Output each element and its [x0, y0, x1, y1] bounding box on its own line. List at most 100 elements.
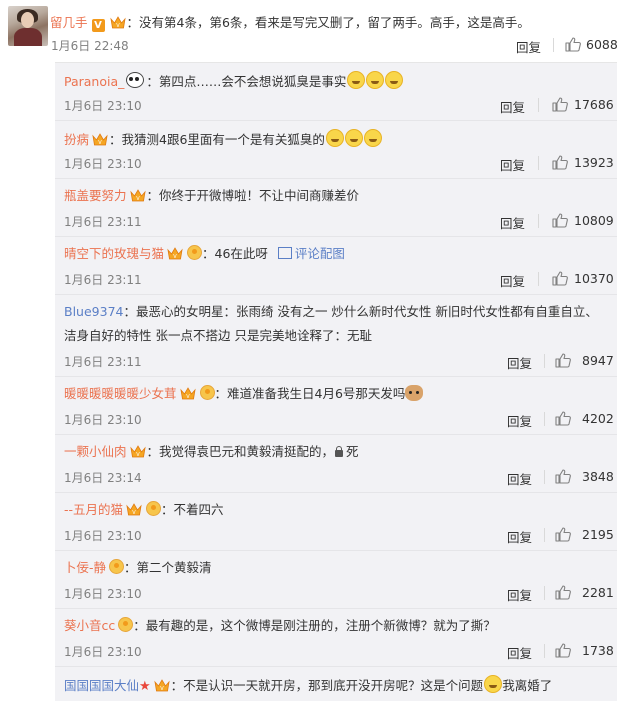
divider: [544, 412, 545, 426]
like-count: 1738: [582, 643, 614, 658]
level-badge-icon: [187, 245, 203, 260]
like-count: 2195: [582, 527, 614, 542]
thumbs-up-icon[interactable]: [555, 411, 571, 426]
reply-line: Blue9374：最恶心的女明星：张雨绮 没有之一 炒什么新时代女性 新旧时代女…: [64, 300, 609, 348]
reply-button[interactable]: 回复: [507, 643, 532, 662]
image-icon: [277, 247, 292, 259]
thumbs-up-icon[interactable]: [555, 585, 571, 600]
divider: [538, 156, 539, 170]
level-badge-icon: [146, 501, 162, 516]
reply-text: ：我猜测4跟6里面有一个是有关狐臭的: [109, 132, 325, 147]
divider: [544, 586, 545, 600]
panda-icon: [126, 72, 145, 88]
reply-line: 国国国国大仙★ ：不是认识一天就开房，那到底开没开房呢？这是个问题 我离婚了: [64, 675, 552, 696]
thumbs-up-icon[interactable]: [552, 271, 568, 286]
divider: [544, 354, 545, 368]
divider: [538, 98, 539, 112]
username[interactable]: Blue9374: [64, 304, 123, 319]
divider: [544, 470, 545, 484]
reply-text: ：我觉得袁巴元和黄毅清挺配的，: [146, 444, 335, 459]
reply-line: --五月的猫 ：不着四六: [64, 501, 224, 519]
thumbs-up-icon[interactable]: [552, 155, 568, 170]
username[interactable]: 瓶盖要努力: [64, 188, 127, 203]
vip-crown-icon: [92, 133, 108, 146]
list-item: 暖暖暖暖暖暖少女茸 ：难道准备我生日4月6号那天发吗 1月6日 23:10 回复 …: [55, 377, 617, 435]
reply-button[interactable]: 回复: [507, 527, 532, 546]
thumbs-up-icon[interactable]: [552, 213, 568, 228]
reply-text: ：难道准备我生日4月6号那天发吗: [214, 386, 406, 401]
reply-button[interactable]: 回复: [500, 213, 525, 232]
list-item: 一颗小仙肉 ：我觉得袁巴元和黄毅清挺配的， 死 1月6日 23:14 回复 3848: [55, 435, 617, 493]
list-item: 卜佞-静 ：第二个黄毅清 1月6日 23:10 回复 2281: [55, 551, 617, 609]
like-count: 60889: [586, 37, 617, 52]
reply-text: ：第二个黄毅清: [124, 560, 212, 575]
reply-line: Paranoia_ ：第四点……会不会想说狐臭是事实: [64, 71, 404, 91]
reply-text-tail: 死: [346, 444, 359, 459]
thumbs-up-icon[interactable]: [555, 469, 571, 484]
level-badge-icon: [199, 385, 215, 400]
thumbs-up-icon[interactable]: [565, 37, 581, 52]
username[interactable]: 国国国国大仙: [64, 678, 139, 693]
vip-crown-icon: [130, 445, 146, 458]
thumbs-up-icon[interactable]: [555, 643, 571, 658]
like-count: 2281: [582, 585, 614, 600]
thumbs-up-icon[interactable]: [555, 353, 571, 368]
reply-button[interactable]: 回复: [507, 353, 532, 372]
lock-icon: [335, 446, 344, 457]
like-count: 4202: [582, 411, 614, 426]
reply-button[interactable]: 回复: [516, 37, 541, 56]
username[interactable]: 留几手: [50, 15, 88, 30]
list-item: 扮病 ：我猜测4跟6里面有一个是有关狐臭的 1月6日 23:10 回复 13923: [55, 121, 617, 179]
username[interactable]: --五月的猫: [64, 502, 123, 517]
level-badge-icon: [118, 617, 134, 632]
timestamp: 1月6日 23:10: [64, 157, 142, 171]
cat-emoji-icon: [405, 385, 424, 401]
timestamp: 1月6日 23:10: [64, 99, 142, 113]
username[interactable]: 暖暖暖暖暖暖少女茸: [64, 386, 177, 401]
vip-crown-icon: [126, 503, 142, 516]
vip-crown-icon: [130, 189, 146, 202]
username[interactable]: Paranoia_: [64, 74, 124, 89]
avatar[interactable]: [8, 6, 48, 46]
reply-text: ：不着四六: [161, 502, 224, 517]
divider: [538, 272, 539, 286]
timestamp: 1月6日 23:10: [64, 587, 142, 601]
list-item: Paranoia_ ：第四点……会不会想说狐臭是事实 1月6日 23:10 回复 …: [55, 63, 617, 121]
username[interactable]: 晴空下的玫瑰与猫: [64, 246, 164, 261]
emoji-icon: [325, 129, 344, 147]
reply-line: 一颗小仙肉 ：我觉得袁巴元和黄毅清挺配的， 死: [64, 443, 359, 461]
vip-crown-icon: [154, 679, 170, 692]
reply-text-tail: 我离婚了: [502, 678, 553, 693]
emoji-icon: [344, 129, 363, 147]
like-count: 3848: [582, 469, 614, 484]
emoji-icon: [366, 71, 385, 89]
reply-button[interactable]: 回复: [500, 155, 525, 174]
level-badge-icon: [109, 559, 125, 574]
vip-crown-icon: [167, 247, 183, 260]
verified-badge-icon: V: [91, 19, 105, 32]
username[interactable]: 葵小音cc: [64, 618, 115, 633]
reply-list: Paranoia_ ：第四点……会不会想说狐臭是事实 1月6日 23:10 回复 …: [55, 62, 617, 701]
timestamp: 1月6日 23:10: [64, 529, 142, 543]
timestamp: 1月6日 22:48: [51, 39, 129, 53]
reply-button[interactable]: 回复: [507, 469, 532, 488]
thumbs-up-icon[interactable]: [552, 97, 568, 112]
comment-image-link[interactable]: 评论配图: [277, 246, 345, 261]
reply-text: ：46在此呀: [202, 246, 268, 261]
reply-button[interactable]: 回复: [500, 271, 525, 290]
username[interactable]: 一颗小仙肉: [64, 444, 127, 459]
list-item: 葵小音cc ：最有趣的是，这个微博是刚注册的，注册个新微博？就为了撕？ 1月6日 …: [55, 609, 617, 667]
thumbs-up-icon[interactable]: [555, 527, 571, 542]
list-item: --五月的猫 ：不着四六 1月6日 23:10 回复 2195: [55, 493, 617, 551]
reply-button[interactable]: 回复: [507, 585, 532, 604]
divider: [544, 528, 545, 542]
timestamp: 1月6日 23:10: [64, 645, 142, 659]
comment-image-label: 评论配图: [294, 246, 345, 261]
emoji-icon: [347, 71, 366, 89]
reply-button[interactable]: 回复: [507, 411, 532, 430]
username[interactable]: 扮病: [64, 132, 89, 147]
list-item: Blue9374：最恶心的女明星：张雨绮 没有之一 炒什么新时代女性 新旧时代女…: [55, 295, 617, 377]
reply-button[interactable]: 回复: [500, 97, 525, 116]
emoji-icon: [363, 129, 382, 147]
username[interactable]: 卜佞-静: [64, 560, 106, 575]
